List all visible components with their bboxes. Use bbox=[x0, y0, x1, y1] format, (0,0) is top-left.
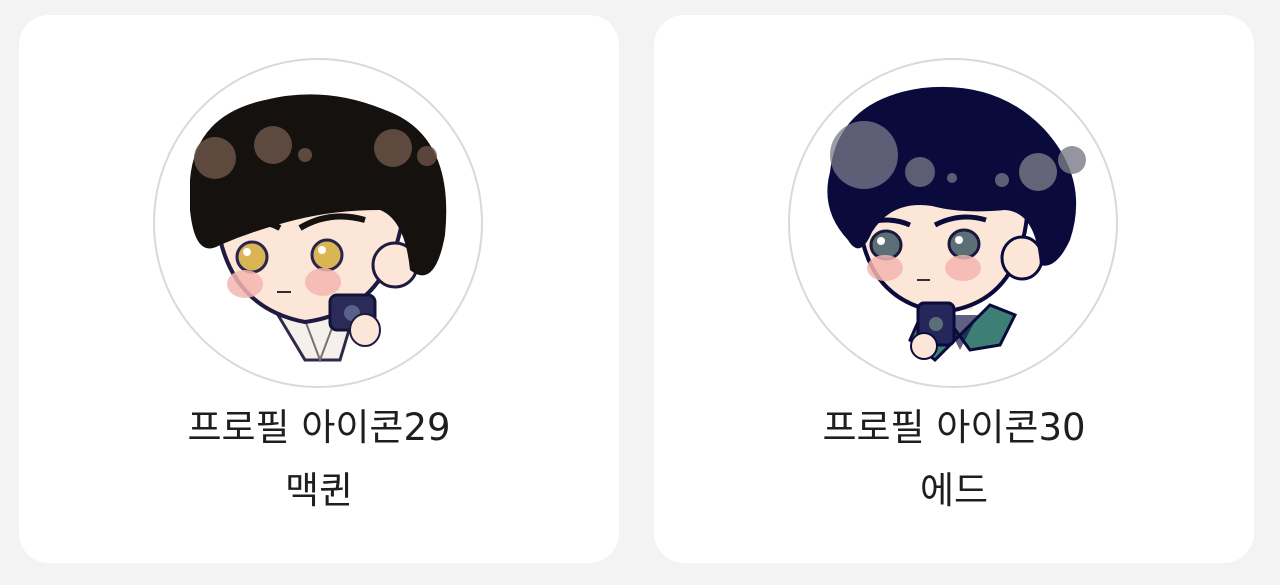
profile-icon-title: 프로필 아이콘30 bbox=[822, 406, 1086, 449]
profile-icon-card-29[interactable]: 프로필 아이콘29 맥퀸 bbox=[19, 15, 619, 563]
profile-icon-title: 프로필 아이콘29 bbox=[187, 406, 451, 449]
avatar-image-mcqueen bbox=[153, 58, 483, 388]
character-name: 에드 bbox=[919, 469, 989, 512]
avatar-image-ed bbox=[788, 58, 1118, 388]
character-name: 맥퀸 bbox=[284, 469, 354, 512]
profile-icon-card-30[interactable]: 프로필 아이콘30 에드 bbox=[654, 15, 1254, 563]
